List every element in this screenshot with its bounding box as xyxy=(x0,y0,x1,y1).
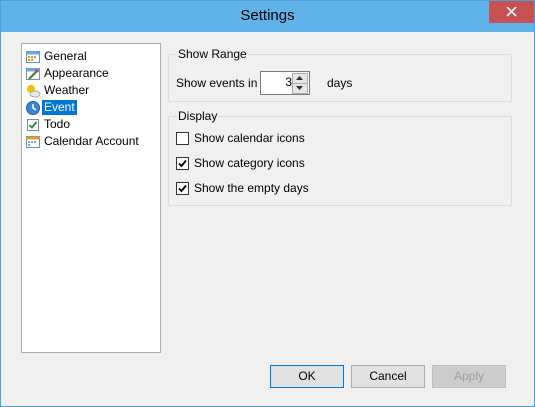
category-tree[interactable]: General Appearance Weather Event Todo Ca… xyxy=(21,43,161,353)
weather-icon xyxy=(27,84,41,97)
show-category-icons-option[interactable]: Show category icons xyxy=(176,155,305,171)
show-calendar-icons-checkbox[interactable] xyxy=(176,131,189,145)
days-spinner[interactable]: 3 xyxy=(260,71,310,95)
tree-item-label: Weather xyxy=(44,83,90,97)
show-category-icons-checkbox[interactable] xyxy=(176,156,189,170)
tree-item-weather[interactable]: Weather xyxy=(25,82,157,99)
tree-item-label: Calendar Account xyxy=(44,134,139,148)
settings-client-area: General Appearance Weather Event Todo Ca… xyxy=(9,32,526,398)
event-icon xyxy=(26,100,40,115)
cancel-button[interactable]: Cancel xyxy=(351,365,425,388)
checkmark-icon xyxy=(178,184,187,192)
tree-item-calendar-account[interactable]: Calendar Account xyxy=(25,133,157,150)
calendar-account-icon xyxy=(26,135,40,148)
show-calendar-icons-option[interactable]: Show calendar icons xyxy=(176,130,305,146)
show-events-label: Show events in xyxy=(176,76,258,90)
tree-item-todo[interactable]: Todo xyxy=(25,116,157,133)
display-title: Display xyxy=(177,108,219,124)
tree-item-label: Todo xyxy=(44,117,71,131)
chevron-up-icon xyxy=(296,76,303,80)
checkbox-label: Show calendar icons xyxy=(194,131,305,145)
days-label: days xyxy=(327,76,353,90)
checkbox-label: Show the empty days xyxy=(194,181,309,195)
appearance-icon xyxy=(26,67,40,80)
tree-item-appearance[interactable]: Appearance xyxy=(25,65,157,82)
checkmark-icon xyxy=(178,159,187,167)
apply-button[interactable]: Apply xyxy=(432,365,506,388)
todo-icon xyxy=(27,118,39,131)
close-button[interactable] xyxy=(489,1,534,23)
window-title: Settings xyxy=(240,7,295,24)
tree-item-label: General xyxy=(44,49,87,63)
title-bar[interactable]: Settings xyxy=(1,1,534,32)
ok-button[interactable]: OK xyxy=(270,365,344,388)
show-range-title: Show Range xyxy=(177,46,248,62)
tree-item-label: Event xyxy=(42,100,77,115)
tree-item-label: Appearance xyxy=(44,66,109,80)
show-empty-days-option[interactable]: Show the empty days xyxy=(176,180,309,196)
display-group: Display Show calendar icons Show categor… xyxy=(168,108,512,206)
tree-item-general[interactable]: General xyxy=(25,48,157,65)
spinner-down-button[interactable] xyxy=(292,83,308,94)
days-spinner-value[interactable]: 3 xyxy=(263,75,292,89)
checkbox-label: Show category icons xyxy=(194,156,305,170)
show-empty-days-checkbox[interactable] xyxy=(176,181,189,195)
show-range-group: Show Range Show events in 3 days xyxy=(168,46,512,102)
close-icon xyxy=(506,7,517,17)
tree-item-event[interactable]: Event xyxy=(25,99,157,116)
chevron-down-icon xyxy=(296,86,303,90)
general-settings-icon xyxy=(26,50,40,63)
settings-window: Settings General Appearance Weather Even… xyxy=(0,0,535,407)
